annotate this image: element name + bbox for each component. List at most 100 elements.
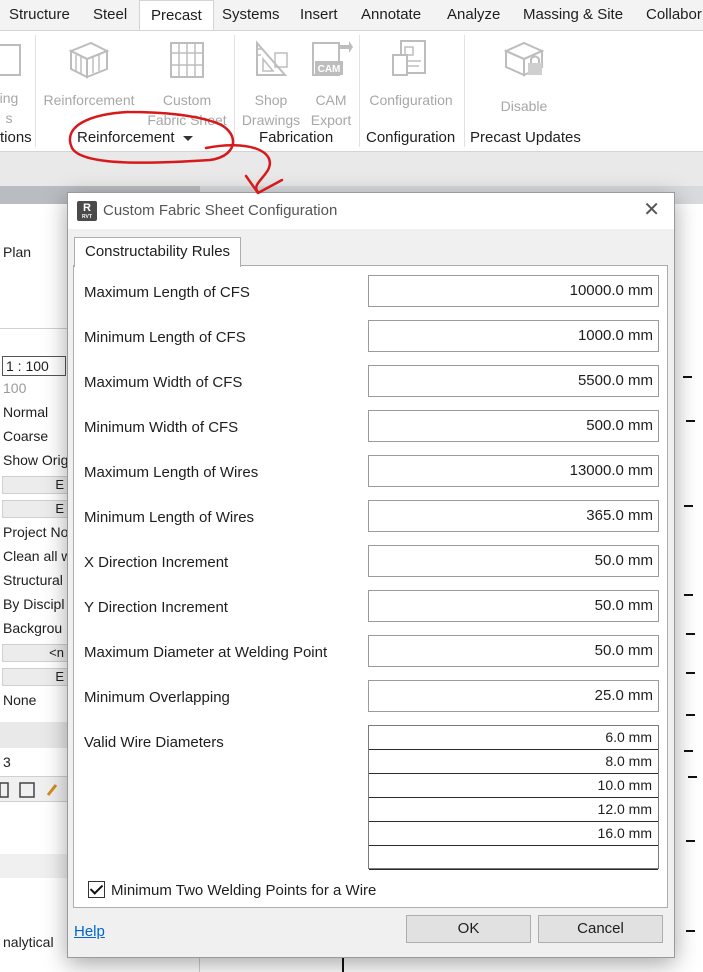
constructability-rules-panel: Maximum Length of CFS 10000.0 mm Minimum… (73, 265, 668, 908)
tab-precast[interactable]: Precast (139, 0, 214, 31)
custom-fabric-sheet-dialog: R RVT Custom Fabric Sheet Configuration ✕… (67, 192, 675, 958)
tab-annotate[interactable]: Annotate (361, 0, 421, 30)
canvas-mark (683, 376, 692, 378)
tab-massing-site[interactable]: Massing & Site (523, 0, 623, 30)
reinforcement-button[interactable]: Reinforcement (40, 37, 138, 110)
x-direction-increment-input[interactable]: 50.0 mm (368, 545, 659, 577)
min-two-welding-points-option[interactable]: Minimum Two Welding Points for a Wire (88, 881, 376, 899)
cam-export-icon: CAM (312, 41, 353, 76)
canvas-mark (684, 750, 693, 752)
wire-diameter-row[interactable]: 8.0 mm (369, 750, 658, 774)
browser-label: 3 (3, 754, 11, 770)
field-label-valid-wire-diameters: Valid Wire Diameters (84, 734, 224, 751)
view-scale-field[interactable]: 1 : 100 (2, 356, 66, 376)
field-label-max-width-cfs: Maximum Width of CFS (84, 374, 243, 391)
wire-diameter-row[interactable]: 10.0 mm (369, 774, 658, 798)
group-label-configuration: Configuration (366, 129, 456, 146)
none-button[interactable]: <n (2, 644, 68, 662)
edit-button[interactable]: E (2, 500, 68, 518)
min-length-cfs-input[interactable]: 1000.0 mm (368, 320, 659, 352)
max-length-wires-input[interactable]: 13000.0 mm (368, 455, 659, 487)
background-value[interactable]: Backgrou (0, 616, 70, 640)
canvas-mark (684, 594, 693, 596)
project-north-value[interactable]: Project No (0, 520, 70, 544)
y-direction-increment-input[interactable]: 50.0 mm (368, 590, 659, 622)
canvas-mark (688, 776, 697, 778)
wire-diameter-row[interactable]: 16.0 mm (369, 822, 658, 846)
ribbon-button-partial-line1: ing (0, 90, 19, 106)
app-icon-letter: R (83, 202, 91, 214)
cam-badge: CAM (318, 64, 341, 75)
cam-export-button[interactable]: CAM CAM Export (305, 37, 357, 130)
ribbon-tab-bar: Structure Steel Precast Systems Insert A… (0, 0, 703, 31)
disable-button[interactable]: Disable (480, 37, 568, 116)
dialog-title: Custom Fabric Sheet Configuration (103, 202, 338, 219)
shop-drawings-line1: Shop (254, 92, 288, 108)
detail-level-value[interactable]: Normal (0, 400, 70, 424)
shop-drawings-button[interactable]: Shop Drawings (238, 37, 304, 130)
shop-drawings-icon (256, 40, 288, 76)
clean-all-value[interactable]: Clean all w (0, 544, 70, 568)
configuration-button[interactable]: Configuration (362, 37, 460, 110)
none-value[interactable]: None (0, 688, 70, 712)
disable-icon (503, 41, 545, 77)
tab-structure[interactable]: Structure (9, 0, 70, 30)
edit-button[interactable]: E (2, 668, 68, 686)
ok-button[interactable]: OK (406, 915, 531, 943)
tab-insert[interactable]: Insert (300, 0, 338, 30)
view-type-label: Plan (3, 244, 32, 260)
field-label-min-width-cfs: Minimum Width of CFS (84, 419, 239, 436)
reinforcement-button-label: Reinforcement (43, 92, 135, 108)
wire-diameters-list[interactable]: 6.0 mm 8.0 mm 10.0 mm 12.0 mm 16.0 mm (368, 725, 659, 870)
show-original-value[interactable]: Show Origi (0, 448, 70, 472)
field-label-min-overlapping: Minimum Overlapping (84, 689, 230, 706)
dialog-titlebar[interactable]: R RVT Custom Fabric Sheet Configuration ✕ (68, 193, 674, 229)
by-discipline-value[interactable]: By Discipl (0, 592, 70, 616)
min-length-wires-input[interactable]: 365.0 mm (368, 500, 659, 532)
cancel-button[interactable]: Cancel (538, 915, 663, 943)
min-width-cfs-input[interactable]: 500.0 mm (368, 410, 659, 442)
custom-fabric-sheet-line1: Custom (162, 92, 212, 108)
field-label-min-length-wires: Minimum Length of Wires (84, 509, 255, 526)
wire-diameter-row[interactable]: 12.0 mm (369, 798, 658, 822)
close-icon[interactable]: ✕ (643, 200, 660, 220)
wire-diameter-row[interactable]: 6.0 mm (369, 726, 658, 750)
help-link[interactable]: Help (74, 923, 105, 940)
app-icon-sub: RVT (82, 214, 92, 220)
field-label-y-direction-increment: Y Direction Increment (84, 599, 228, 616)
edit-button[interactable]: E (2, 476, 68, 494)
ribbon-button-partial-line2: s (5, 110, 13, 126)
visual-style-value[interactable]: Coarse (0, 424, 70, 448)
custom-fabric-sheet-icon (170, 42, 204, 78)
canvas-mark (686, 633, 695, 635)
tab-constructability-rules[interactable]: Constructability Rules (74, 237, 242, 267)
min-overlapping-input[interactable]: 25.0 mm (368, 680, 659, 712)
ribbon-panel: ing s Reinforcement Custom Fabric Sheet (0, 30, 703, 152)
discipline-value[interactable]: Structural (0, 568, 70, 592)
browser-toolbar-icons[interactable] (0, 781, 60, 799)
shop-drawings-line2: Drawings (241, 112, 301, 128)
configuration-button-label: Configuration (369, 92, 453, 108)
min-two-welding-points-checkbox[interactable] (88, 881, 105, 898)
ribbon-separator (234, 35, 235, 147)
reinforcement-dropdown[interactable]: Reinforcement (77, 129, 193, 146)
tab-collaborate[interactable]: Collabor (646, 0, 702, 30)
tab-analyze[interactable]: Analyze (447, 0, 500, 30)
max-width-cfs-input[interactable]: 5500.0 mm (368, 365, 659, 397)
wire-diameter-row-empty[interactable] (369, 846, 658, 870)
tab-systems[interactable]: Systems (222, 0, 280, 30)
ribbon-button-partial[interactable]: ing s (0, 39, 24, 128)
analytical-label: nalytical (3, 934, 54, 950)
canvas-mark (342, 958, 344, 972)
canvas-mark (686, 420, 695, 422)
max-diameter-welding-input[interactable]: 50.0 mm (368, 635, 659, 667)
min-two-welding-points-label: Minimum Two Welding Points for a Wire (111, 882, 377, 899)
max-length-cfs-input[interactable]: 10000.0 mm (368, 275, 659, 307)
partial-icon (0, 44, 21, 76)
field-label-max-length-cfs: Maximum Length of CFS (84, 284, 250, 301)
custom-fabric-sheet-button[interactable]: Custom Fabric Sheet (140, 37, 234, 130)
ribbon-separator (464, 35, 465, 147)
tab-steel[interactable]: Steel (93, 0, 127, 30)
canvas-mark (686, 930, 695, 932)
canvas-mark (686, 840, 695, 842)
